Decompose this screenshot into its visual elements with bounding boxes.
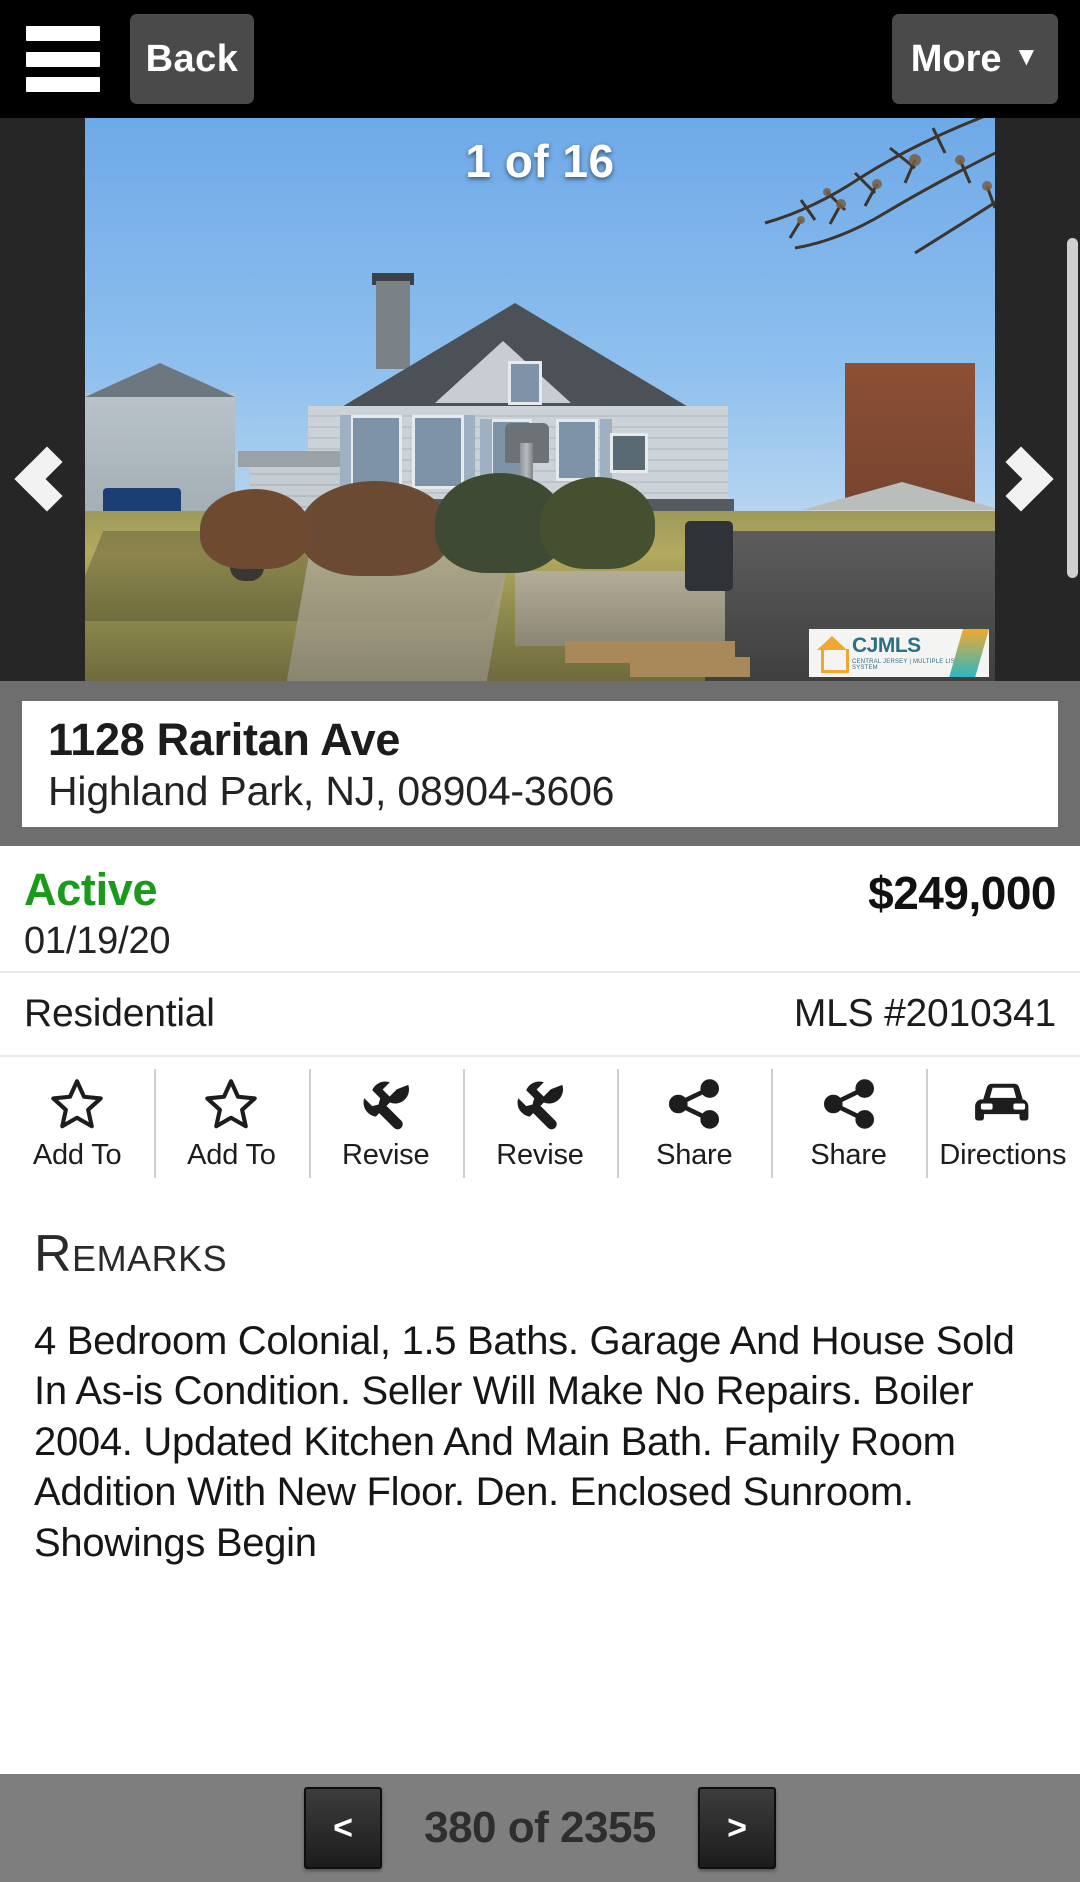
photo-counter: 1 of 16 (465, 135, 615, 187)
action-toolbar: Add To Add To Revise Revise Share Share … (0, 1057, 1080, 1190)
mls-number: MLS #2010341 (793, 992, 1056, 1035)
share-icon (665, 1075, 723, 1133)
cjmls-watermark: CJMLS CENTRAL JERSEY | MULTIPLE LISTING … (809, 629, 989, 677)
hamburger-bar (26, 77, 100, 92)
property-type: Residential (24, 992, 215, 1035)
photo-gallery[interactable]: CJMLS CENTRAL JERSEY | MULTIPLE LISTING … (0, 118, 1080, 681)
action-label: Add To (187, 1139, 276, 1171)
chevron-down-icon: ▼ (1013, 41, 1040, 71)
wrench-icon (511, 1075, 569, 1133)
action-revise-2[interactable]: Revise (462, 1057, 617, 1190)
home-icon (817, 636, 849, 673)
shutter (340, 415, 351, 489)
pagination-position: 380 of 2355 (424, 1803, 656, 1852)
more-button[interactable]: More ▼ (892, 14, 1058, 104)
back-button[interactable]: Back (130, 14, 254, 104)
action-directions[interactable]: Directions (925, 1057, 1080, 1190)
window (556, 419, 598, 481)
shrub (540, 477, 655, 569)
window (508, 361, 542, 405)
remarks-text: 4 Bedroom Colonial, 1.5 Baths. Garage An… (34, 1319, 1015, 1565)
address-card: 1128 Raritan Ave Highland Park, NJ, 0890… (22, 700, 1058, 827)
previous-listing-button[interactable]: < (304, 1787, 382, 1869)
more-button-label: More (910, 37, 1002, 80)
chevron-left-icon (14, 446, 80, 512)
top-navigation-bar: Back More ▼ (0, 0, 1080, 118)
address-street: 1128 Raritan Ave (48, 713, 401, 765)
window (350, 415, 402, 489)
share-icon (820, 1075, 878, 1133)
hamburger-bar (26, 51, 100, 67)
address-band: 1128 Raritan Ave Highland Park, NJ, 0890… (0, 681, 1080, 846)
listing-detail-screen: Back More ▼ CJMLS CENTRAL JERSEY | MULTI… (0, 0, 1080, 1882)
action-share-1[interactable]: Share (617, 1057, 771, 1190)
status-badge: Active (24, 864, 158, 915)
hamburger-menu-icon[interactable] (26, 26, 104, 92)
action-label: Revise (496, 1139, 584, 1171)
action-add-to-1[interactable]: Add To (0, 1057, 154, 1190)
car-icon (970, 1075, 1036, 1133)
wrench-icon (357, 1075, 415, 1133)
window-ac-unit (610, 433, 648, 473)
hamburger-bar (26, 26, 100, 41)
dormer-gable (435, 341, 571, 403)
next-photo-button[interactable] (988, 436, 1070, 526)
landscape-timber (630, 657, 750, 677)
shrub (300, 481, 450, 576)
window (412, 415, 464, 489)
type-mls-row: Residential MLS #2010341 (0, 971, 1080, 1057)
gallery-scrollbar[interactable] (1067, 238, 1078, 578)
shrub (200, 489, 310, 569)
action-share-2[interactable]: Share (771, 1057, 925, 1190)
next-listing-button[interactable]: > (698, 1787, 776, 1869)
action-label: Revise (341, 1139, 430, 1171)
listing-photo[interactable]: CJMLS CENTRAL JERSEY | MULTIPLE LISTING … (85, 118, 995, 681)
action-label: Directions (939, 1139, 1067, 1171)
status-date: 01/19/20 (24, 920, 171, 963)
action-revise-1[interactable]: Revise (308, 1057, 463, 1190)
remarks-section: Remarks 4 Bedroom Colonial, 1.5 Baths. G… (0, 1190, 1080, 1774)
previous-photo-button[interactable] (8, 436, 84, 526)
shutter (480, 419, 492, 481)
action-label: Share (656, 1139, 733, 1171)
pagination-bar: < 380 of 2355 > (0, 1774, 1080, 1882)
action-label: Share (810, 1139, 887, 1171)
action-label: Add To (32, 1139, 122, 1171)
listing-price: $249,000 (868, 867, 1056, 919)
action-add-to-2[interactable]: Add To (154, 1057, 308, 1190)
chevron-right-icon (988, 446, 1054, 512)
star-outline-icon (47, 1075, 107, 1133)
remarks-heading: Remarks (34, 1225, 228, 1283)
address-city-state-zip: Highland Park, NJ, 08904-3606 (48, 767, 615, 814)
star-outline-icon (201, 1075, 261, 1133)
trash-can (685, 521, 733, 591)
status-price-row: Active 01/19/20 $249,000 (0, 846, 1080, 971)
